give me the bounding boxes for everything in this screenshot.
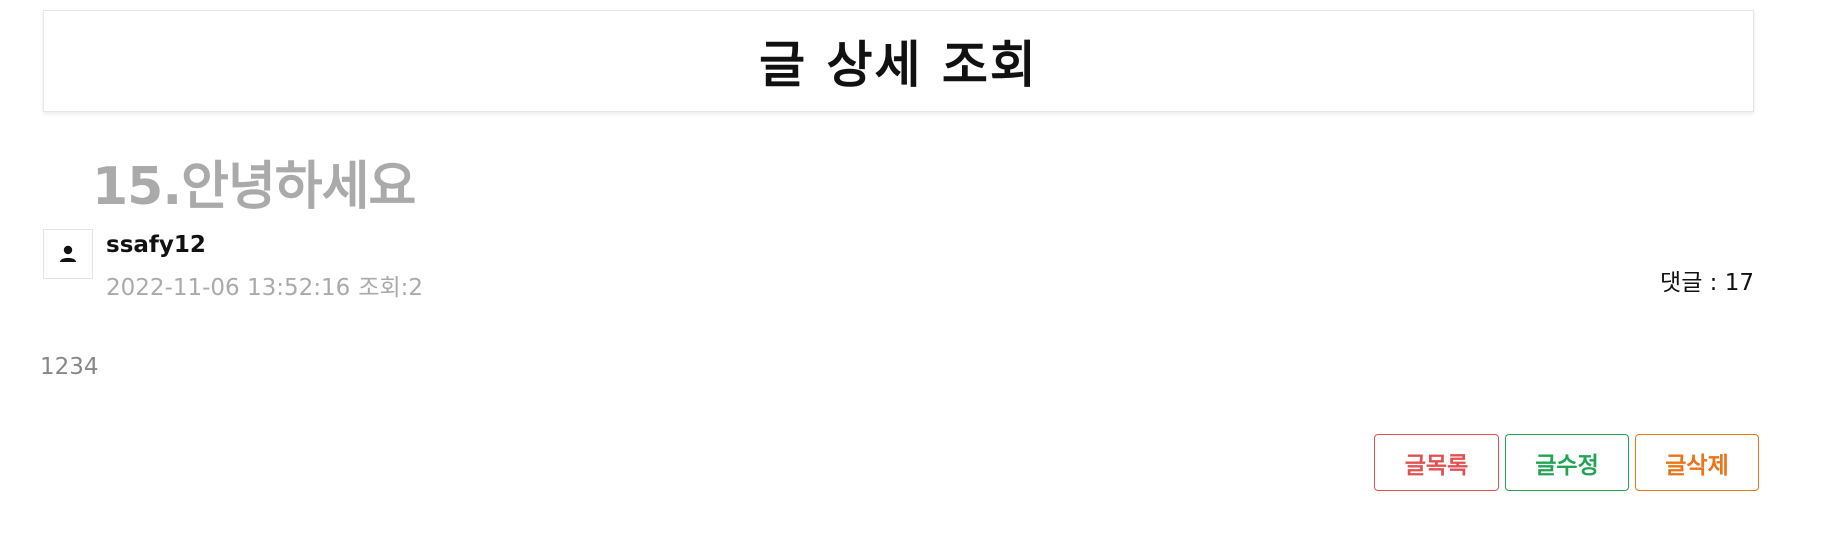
view-count: 조회:2 — [358, 275, 423, 301]
list-button[interactable]: 글목록 — [1374, 434, 1499, 491]
avatar — [43, 229, 93, 279]
user-icon — [60, 245, 76, 262]
edit-button[interactable]: 글수정 — [1505, 434, 1629, 491]
delete-button[interactable]: 글삭제 — [1635, 434, 1759, 491]
comment-count: 댓글 : 17 — [1660, 270, 1754, 296]
post-content: 1234 — [40, 354, 99, 380]
post-datetime: 2022-11-06 13:52:16 — [106, 275, 351, 301]
page-header: 글 상세 조회 — [43, 10, 1754, 112]
author-name: ssafy12 — [106, 232, 206, 258]
post-meta: 2022-11-06 13:52:16 조회:2 — [106, 268, 423, 302]
page-title: 글 상세 조회 — [759, 36, 1038, 94]
post-title: 15.안녕하세요 — [92, 157, 416, 217]
action-buttons: 글목록 글수정 글삭제 — [1374, 434, 1759, 491]
